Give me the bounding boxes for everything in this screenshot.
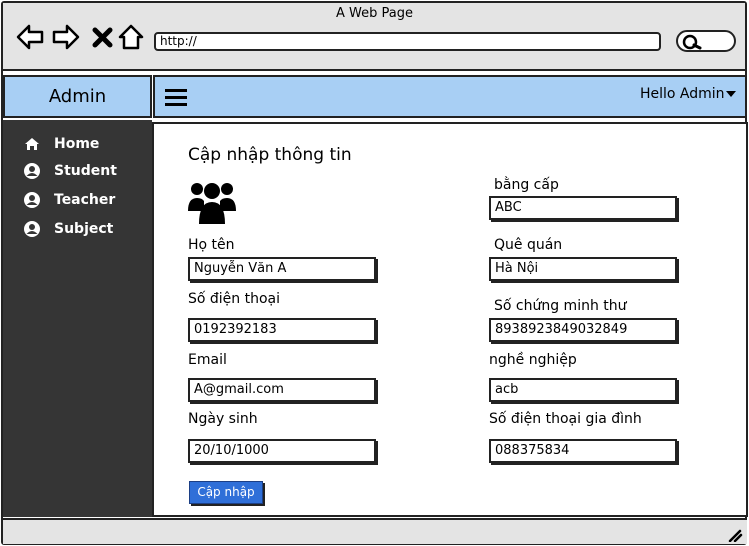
back-arrow-icon[interactable] xyxy=(15,22,45,52)
email-label: Email xyxy=(188,352,227,368)
user-icon xyxy=(22,161,42,181)
sidebar-item-label: Teacher xyxy=(54,192,116,208)
fullname-field[interactable]: Nguyễn Văn A xyxy=(188,257,376,281)
window-title: A Web Page xyxy=(336,6,413,21)
hometown-label: Quê quán xyxy=(494,237,563,253)
sidebar-item-student[interactable]: Student xyxy=(22,161,117,181)
phone-field[interactable]: 0192392183 xyxy=(188,318,376,342)
hometown-field[interactable]: Hà Nội xyxy=(489,257,677,281)
users-group-icon xyxy=(187,177,237,225)
family-phone-field[interactable]: 088375834 xyxy=(489,439,677,463)
email-field[interactable]: A@gmail.com xyxy=(188,378,376,402)
sidebar-item-subject[interactable]: Subject xyxy=(22,219,113,239)
birthdate-label: Ngày sinh xyxy=(188,411,258,427)
close-icon[interactable] xyxy=(88,22,118,52)
brand-title: Admin xyxy=(3,75,152,118)
user-icon xyxy=(22,219,42,239)
user-icon xyxy=(22,190,42,210)
user-menu-label[interactable]: Hello Admin xyxy=(640,86,725,102)
degree-label: bằng cấp xyxy=(494,177,559,193)
forward-arrow-icon[interactable] xyxy=(51,22,81,52)
fullname-label: Họ tên xyxy=(188,237,235,253)
degree-field[interactable]: ABC xyxy=(489,196,677,220)
search-field[interactable] xyxy=(676,30,736,52)
home-nav-icon[interactable] xyxy=(116,22,146,52)
page-title: Cập nhập thông tin xyxy=(188,145,352,165)
home-icon xyxy=(22,134,42,154)
update-button[interactable]: Cập nhập xyxy=(189,481,263,504)
id-number-field[interactable]: 8938923849032849 xyxy=(489,318,677,342)
resize-grip-icon[interactable] xyxy=(727,527,743,543)
sidebar-item-teacher[interactable]: Teacher xyxy=(22,190,115,210)
sidebar-item-label: Student xyxy=(54,163,117,179)
menu-icon[interactable] xyxy=(164,86,188,108)
chevron-down-icon[interactable] xyxy=(726,91,736,97)
sidebar-item-label: Subject xyxy=(54,221,114,237)
sidebar-item-label: Home xyxy=(54,136,100,152)
occupation-label: nghề nghiệp xyxy=(489,352,577,368)
phone-label: Số điện thoại xyxy=(188,291,281,307)
birthdate-field[interactable]: 20/10/1000 xyxy=(188,439,376,463)
occupation-field[interactable]: acb xyxy=(489,378,677,402)
id-number-label: Số chứng minh thư xyxy=(494,298,627,314)
status-bar xyxy=(3,518,747,544)
family-phone-label: Số điện thoại gia đình xyxy=(489,411,642,427)
address-bar[interactable]: http:// xyxy=(154,32,661,51)
sidebar-item-home[interactable]: Home xyxy=(22,134,99,154)
search-icon xyxy=(682,34,702,50)
